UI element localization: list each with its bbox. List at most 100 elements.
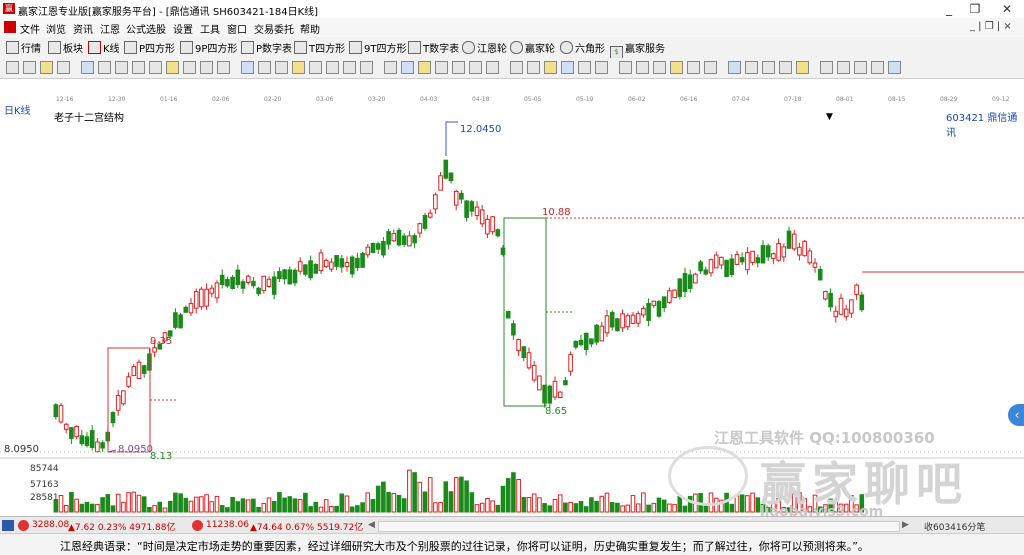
fib-tool-icon[interactable] [149,61,162,74]
tb-gann-wheel-button[interactable]: 江恩轮 [462,40,507,55]
high-label: 12.0450 [460,124,502,135]
menu-tools[interactable]: 工具 [200,21,220,36]
tool-tool-icon[interactable] [745,61,758,74]
tool-tool-icon[interactable] [561,61,574,74]
menu-trade[interactable]: 交易委托 [254,21,294,36]
arrow-up-tool-icon[interactable] [183,61,196,74]
scroll-left-icon[interactable]: ◀ [368,520,375,530]
line-tool-icon[interactable] [81,61,94,74]
tb-t-square-button[interactable]: T四方形 [294,40,345,55]
tool-tool-icon[interactable] [360,61,373,74]
drawing-toolbar [0,58,1024,79]
pencil-tool-icon[interactable] [275,61,288,74]
candle-body [687,274,693,289]
volume-bar [682,505,688,513]
candle-body [583,332,589,351]
text-tool-icon[interactable] [166,61,179,74]
restore-button[interactable]: ❐ [960,0,990,18]
tool-tool-icon[interactable] [670,61,683,74]
close-button[interactable]: ✕ [992,0,1022,18]
menu-file[interactable]: 文件 [20,21,40,36]
menu-formula-select[interactable]: 公式选股 [126,21,166,36]
tb-hexagon-button[interactable]: 六角形 [560,40,605,55]
tool-tool-icon[interactable] [871,61,884,74]
tool-tool-icon[interactable] [527,61,540,74]
tool-tool-icon[interactable] [636,61,649,74]
candle-body [667,290,672,303]
ellipse-tool-icon[interactable] [217,61,230,74]
marker-tool-icon[interactable] [292,61,305,74]
tb-9p-square-button[interactable]: 9P四方形 [180,40,237,55]
tb-kline-button[interactable]: K线 [88,40,120,55]
menu-settings[interactable]: 设置 [173,21,193,36]
volume-bar [277,492,282,513]
menu-info[interactable]: 资讯 [73,21,93,36]
tool-tool-icon[interactable] [796,61,809,74]
tb-p-square-button[interactable]: P四方形 [124,40,175,55]
tb-sector-button[interactable]: 板块 [48,40,83,55]
tb-service-button[interactable]: $ 赢家服务 [610,40,665,59]
tb-p-table-button[interactable]: P数字表 [241,40,292,55]
tool-tool-icon[interactable] [820,61,833,74]
menu-browse[interactable]: 浏览 [46,21,66,36]
tool-tool-icon[interactable] [435,61,448,74]
scrollbar[interactable] [378,521,900,532]
tool-tool-icon[interactable] [687,61,700,74]
grid-icon[interactable] [2,520,14,531]
channel-tool-icon[interactable] [98,61,111,74]
tool-tool-icon[interactable] [544,61,557,74]
tool-tool-icon[interactable] [619,61,632,74]
tool-tool-icon[interactable] [401,61,414,74]
tool-tool-icon[interactable] [888,61,901,74]
tool-tool-icon[interactable] [343,61,356,74]
fan-tool-icon[interactable] [115,61,128,74]
scroll-right-icon[interactable]: ▶ [902,520,909,530]
tb-9t-square-button[interactable]: 9T四方形 [349,40,406,55]
tb-t-table-button[interactable]: T数字表 [408,40,459,55]
flag-tool-icon[interactable] [309,61,322,74]
edit-tool-icon[interactable] [57,61,70,74]
ruler-tool-icon[interactable] [132,61,145,74]
candle-body [287,269,293,285]
menu-gann[interactable]: 江恩 [100,21,120,36]
candle-body [505,311,511,319]
square-tool-icon[interactable] [258,61,271,74]
tool-tool-icon[interactable] [486,61,499,74]
tool-tool-icon[interactable] [510,61,523,74]
tb-winner-wheel-button[interactable]: 赢家轮 [510,40,555,55]
side-expand-button[interactable]: ‹ [1008,404,1024,426]
tool-tool-icon[interactable] [762,61,775,74]
menu-window[interactable]: 窗口 [227,21,247,36]
candle-body [563,380,568,386]
mdi-controls[interactable]: _ | ❐ | × [970,21,1012,32]
tool-tool-icon[interactable] [653,61,666,74]
tool-tool-icon[interactable] [326,61,339,74]
candle-body [511,323,516,336]
arrow-down-tool-icon[interactable] [200,61,213,74]
tool-tool-icon[interactable] [779,61,792,74]
tool-tool-icon[interactable] [728,61,741,74]
volume-bar [646,504,651,513]
tool-tool-icon[interactable] [418,61,431,74]
tool-tool-icon[interactable] [469,61,482,74]
volume-bar [672,504,677,513]
tool-tool-icon[interactable] [578,61,591,74]
dropdown-arrow-icon[interactable]: ▼ [826,112,833,122]
tool-tool-icon[interactable] [837,61,850,74]
volume-bar [453,477,459,513]
candle-body [823,290,828,300]
volume-bar [261,503,267,513]
tool-tool-icon[interactable] [452,61,465,74]
candle-body [297,261,303,272]
tool-tool-icon[interactable] [704,61,717,74]
layout-tool-icon[interactable] [6,61,19,74]
crosshair-tool-icon[interactable] [23,61,36,74]
rect-tool-icon[interactable] [241,61,254,74]
draw-tool-icon[interactable] [40,61,53,74]
tool-tool-icon[interactable] [384,61,397,74]
tool-tool-icon[interactable] [854,61,867,74]
tool-tool-icon[interactable] [595,61,608,74]
kline-chart[interactable]: 日K线 老子十二宫结构 ▼ 603421 鼎信通讯 12.0450 8.0950… [0,98,1024,520]
tb-quote-button[interactable]: 行情 [6,40,41,55]
menu-help[interactable]: 帮助 [300,21,320,36]
